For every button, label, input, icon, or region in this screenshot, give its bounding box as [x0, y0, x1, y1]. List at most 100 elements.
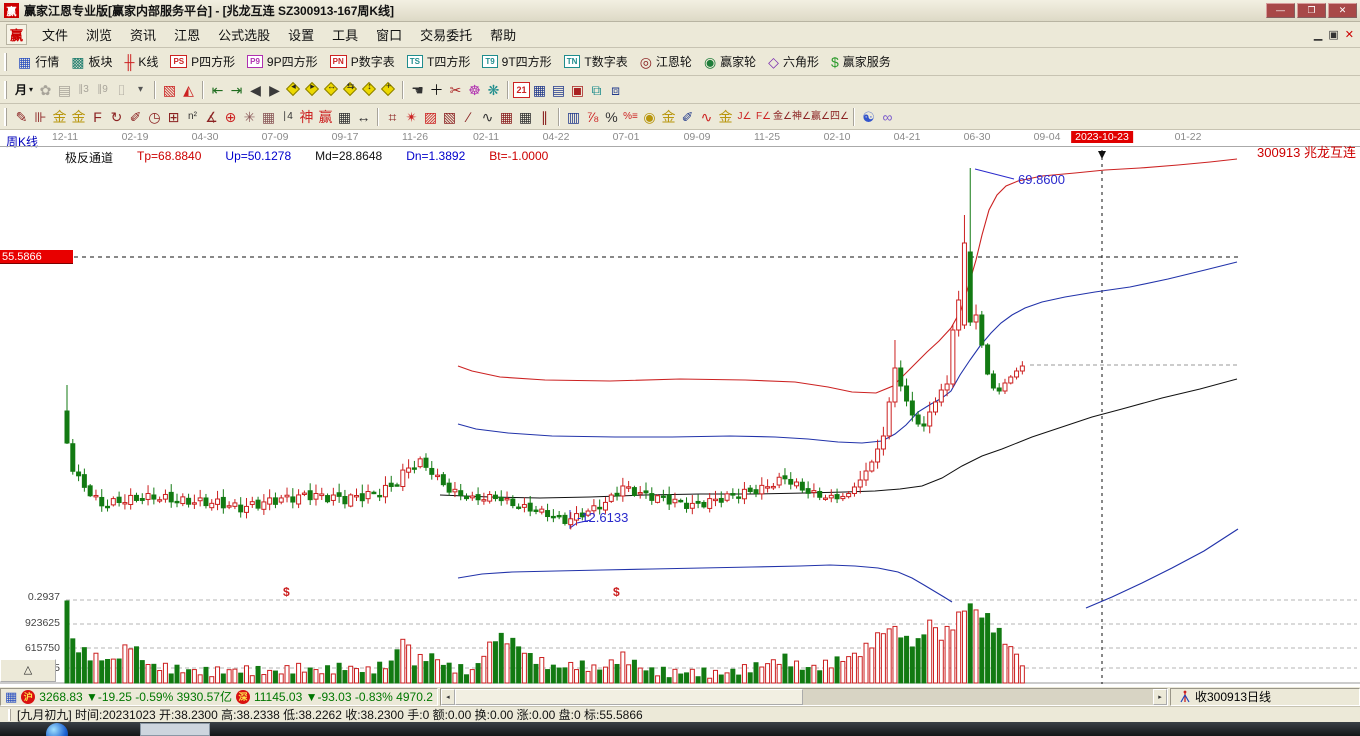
shift-right-diamond-icon[interactable]: ▸	[303, 80, 322, 99]
angle-shen-icon[interactable]: 神∠	[792, 107, 811, 126]
remote-desktop-icon[interactable]: ⧈	[606, 80, 625, 99]
linked-chart-label[interactable]: 收300913日线	[1195, 688, 1271, 705]
chart-area[interactable]: 周K线 12-11 02-19 04-30 07-09 09-17 11-26 02-11 0…	[0, 130, 1360, 686]
angle-f-icon[interactable]: F∠	[754, 107, 773, 126]
grid-ruler-icon[interactable]: ⊞	[164, 107, 183, 126]
mdi-close-button[interactable]: ✕	[1345, 28, 1354, 41]
star-wheel-icon[interactable]: ✳	[240, 107, 259, 126]
gann-grid-icon[interactable]: ▦	[497, 107, 516, 126]
grid-123-icon[interactable]: ▦	[335, 107, 354, 126]
scroll-right-button[interactable]: ▸	[1153, 688, 1167, 705]
menu-item-2[interactable]: 资讯	[121, 22, 165, 47]
fan-box2-icon[interactable]: ▧	[440, 107, 459, 126]
calculator-icon[interactable]: ▦	[530, 80, 549, 99]
fan-rays-icon[interactable]: ✴	[402, 107, 421, 126]
time-circle-icon[interactable]: ◷	[145, 107, 164, 126]
f-divider-icon[interactable]: F	[88, 107, 107, 126]
notebook-icon[interactable]: ▤	[549, 80, 568, 99]
v-expand-diamond-icon[interactable]: ↕	[360, 80, 379, 99]
angle-ruler-icon[interactable]: ∡	[202, 107, 221, 126]
percent7-icon[interactable]: ⅞	[583, 107, 602, 126]
menu-item-5[interactable]: 设置	[279, 22, 323, 47]
gold-channel-icon[interactable]: 金	[716, 107, 735, 126]
taskbar-app-button[interactable]	[140, 723, 210, 736]
candle-style-dropdown-icon[interactable]: ▾	[131, 80, 150, 99]
percent-icon[interactable]: %	[602, 107, 621, 126]
winner-service-button[interactable]: $ 赢家服务	[825, 51, 897, 72]
flag-pencil-icon[interactable]: ✐	[678, 107, 697, 126]
first-bar-icon[interactable]: ⇤	[208, 80, 227, 99]
width-measure-icon[interactable]: ↔	[354, 107, 373, 126]
interval-icon[interactable]: ∣4	[278, 107, 297, 126]
shanghai-badge-icon[interactable]: 沪	[21, 689, 36, 704]
measure-icon[interactable]: ✂	[446, 80, 465, 99]
angle-si-icon[interactable]: 四∠	[830, 107, 849, 126]
menu-item-6[interactable]: 工具	[323, 22, 367, 47]
angle-j-icon[interactable]: J∠	[735, 107, 754, 126]
gold-divider-icon[interactable]: 金	[50, 107, 69, 126]
last-bar-icon[interactable]: ⇥	[227, 80, 246, 99]
shen-ruler-icon[interactable]: 神	[297, 107, 316, 126]
hexagon-button[interactable]: ◇ 六角形	[762, 51, 825, 72]
save-icon[interactable]: ▣	[568, 80, 587, 99]
stat-bars-icon[interactable]: ▥	[564, 107, 583, 126]
next-bar-icon[interactable]: ▶	[265, 80, 284, 99]
colored-volume-icon[interactable]: ◭	[179, 80, 198, 99]
infinity-icon[interactable]: ∞	[878, 107, 897, 126]
gold-circle-icon[interactable]: ◉	[640, 107, 659, 126]
gann-tool-icon[interactable]: ☸	[465, 80, 484, 99]
menu-item-0[interactable]: 文件	[33, 22, 77, 47]
mdi-restore-button[interactable]: ▣	[1328, 28, 1338, 41]
close-button[interactable]: ✕	[1328, 3, 1357, 18]
scrollbar-thumb[interactable]	[454, 688, 803, 705]
minimize-button[interactable]: —	[1266, 3, 1295, 18]
price-chart-canvas[interactable]	[0, 130, 1360, 686]
start-button[interactable]	[46, 723, 68, 736]
gann-grid2-icon[interactable]: ▦	[516, 107, 535, 126]
kline-button[interactable]: ╫ K线	[119, 51, 165, 72]
trend-line-icon[interactable]: ∕	[459, 107, 478, 126]
chart-horizontal-scrollbar[interactable]: ◂ ▸	[439, 687, 1168, 706]
shenzhen-badge-icon[interactable]: 深	[235, 689, 250, 704]
parallel-lines-icon[interactable]: ∥	[535, 107, 554, 126]
p-square-button[interactable]: PS P四方形	[164, 51, 241, 72]
gold-divider2-icon[interactable]: 金	[69, 107, 88, 126]
ying-ruler-icon[interactable]: 赢	[316, 107, 335, 126]
period-dropdown[interactable]: 月 ▾	[12, 80, 36, 99]
winner-wheel-button[interactable]: ◉ 赢家轮	[698, 51, 762, 72]
scroll-left-button[interactable]: ◂	[440, 688, 455, 705]
crosshair-icon[interactable]: ＋	[427, 80, 446, 99]
expand-button[interactable]: △	[0, 659, 56, 682]
quote-table-icon[interactable]: ▦	[5, 689, 17, 705]
fan-box-icon[interactable]: ▨	[421, 107, 440, 126]
t-square-button[interactable]: TS T四方形	[401, 51, 477, 72]
calendar-icon[interactable]: 21	[513, 81, 531, 98]
shift-left-diamond-icon[interactable]: ◂	[284, 80, 303, 99]
kline-style-icon[interactable]: ▧	[160, 80, 179, 99]
zigzag-icon[interactable]: ∿	[478, 107, 497, 126]
menu-item-1[interactable]: 浏览	[77, 22, 121, 47]
spiral-icon[interactable]: ↻	[107, 107, 126, 126]
ruler-icon[interactable]: ⊪	[31, 107, 50, 126]
menu-item-9[interactable]: 帮助	[481, 22, 525, 47]
pencil2-icon[interactable]: ✐	[126, 107, 145, 126]
quotes-button[interactable]: ▦ 行情	[12, 51, 65, 72]
p-number-button[interactable]: PN P数字表	[324, 51, 401, 72]
square-target-icon[interactable]: ▦	[259, 107, 278, 126]
angle-gold-icon[interactable]: 金∠	[773, 107, 792, 126]
drag-hand-icon[interactable]: ☚	[408, 80, 427, 99]
menu-item-3[interactable]: 江恩	[165, 22, 209, 47]
nine-t-square-button[interactable]: T9 9T四方形	[476, 51, 557, 72]
prev-bar-icon[interactable]: ◀	[246, 80, 265, 99]
network-icon[interactable]: ⧉	[587, 80, 606, 99]
angle-ying-icon[interactable]: 赢∠	[811, 107, 830, 126]
frame-grid-icon[interactable]: ⌗	[383, 107, 402, 126]
h-expand-diamond-icon[interactable]: ↔	[322, 80, 341, 99]
gold-line-icon[interactable]: 金	[659, 107, 678, 126]
circle-cross-icon[interactable]: ⊕	[221, 107, 240, 126]
h-compress-diamond-icon[interactable]: ⇆	[341, 80, 360, 99]
pencil-icon[interactable]: ✎	[12, 107, 31, 126]
mdi-minimize-button[interactable]: ▁	[1314, 28, 1322, 41]
menu-item-7[interactable]: 窗口	[367, 22, 411, 47]
v-compress-diamond-icon[interactable]: +	[379, 80, 398, 99]
